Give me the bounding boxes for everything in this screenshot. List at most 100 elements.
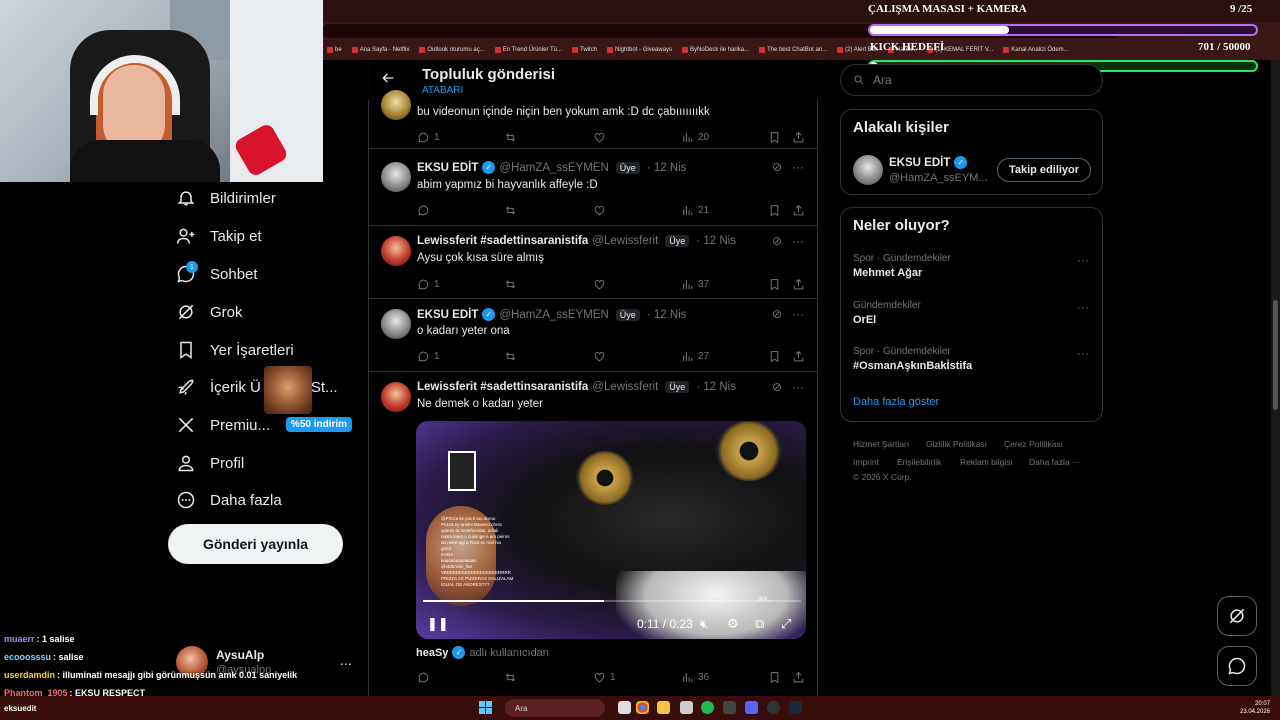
taskbar-clock[interactable]: 20:07 23.04.2026	[1240, 700, 1270, 716]
share-button[interactable]	[792, 131, 805, 144]
reply-button[interactable]: 1	[417, 278, 440, 291]
bookmark-button[interactable]	[768, 671, 781, 684]
tweet-author-handle[interactable]: @Lewissferit	[592, 235, 658, 247]
post-button[interactable]: Gönderi yayınla	[168, 524, 343, 564]
tweet-date[interactable]: · 12 Nis	[647, 162, 687, 174]
nav-bookmarks[interactable]: Yer İşaretleri	[176, 340, 294, 360]
account-more-button[interactable]: ...	[340, 652, 352, 668]
tweet-avatar[interactable]	[381, 162, 411, 192]
footer-link[interactable]: Daha fazla ···	[1029, 457, 1081, 467]
bookmark-item[interactable]: Ana Sayfa - Netflix	[351, 47, 409, 53]
reply-button[interactable]: 1	[417, 131, 440, 144]
nav-premium[interactable]: Premiu...	[176, 415, 270, 435]
reply-button[interactable]	[417, 204, 434, 217]
chrome-icon[interactable]	[636, 701, 649, 714]
tweet-author-handle[interactable]: @HamZA_ssEYMEN	[499, 162, 608, 174]
community-name[interactable]: ATABARI	[422, 85, 463, 96]
nav-notifications[interactable]: Bildirimler	[176, 188, 276, 208]
discord-icon[interactable]	[745, 701, 758, 714]
folder-icon[interactable]	[657, 701, 670, 714]
views-button[interactable]: 21	[681, 204, 709, 217]
app-icon[interactable]	[723, 701, 736, 714]
trend-more-icon[interactable]: ···	[1077, 346, 1089, 360]
tweet-author-name[interactable]: EKSU EDİT	[417, 162, 478, 174]
following-button[interactable]: Takip ediliyor	[997, 158, 1091, 182]
nav-follow[interactable]: Takip et	[176, 226, 262, 246]
bookmark-item[interactable]: Twitch	[572, 47, 597, 53]
tweet-author-name[interactable]: Lewissferit #sadettinsaranistifa	[417, 235, 588, 247]
back-button[interactable]	[380, 70, 396, 91]
store-icon[interactable]	[680, 701, 693, 714]
repost-button[interactable]	[504, 671, 517, 684]
repost-button[interactable]	[504, 278, 517, 291]
footer-link[interactable]: Imprint	[853, 457, 879, 467]
volume-icon[interactable]: 🔇︎	[700, 616, 708, 632]
taskbar-search[interactable]: Ara	[505, 699, 605, 717]
share-button[interactable]	[792, 204, 805, 217]
like-button[interactable]	[593, 131, 610, 144]
bookmark-button[interactable]	[768, 204, 781, 217]
nav-creator-studio[interactable]: İçerik Ü St...	[176, 377, 338, 397]
tweet-more-icon[interactable]: ···	[792, 160, 804, 174]
footer-link[interactable]: Hizmet Şartları	[853, 439, 909, 449]
tweet-avatar[interactable]	[381, 382, 411, 412]
scrollbar[interactable]	[1271, 60, 1280, 696]
tweet-author-name[interactable]: Lewissferit #sadettinsaranistifa	[417, 381, 588, 393]
trend-more-icon[interactable]: ···	[1077, 300, 1089, 314]
related-person-avatar[interactable]	[853, 155, 883, 185]
tweet-author-handle[interactable]: @Lewissferit	[592, 381, 658, 393]
repost-button[interactable]	[504, 131, 517, 144]
video-player[interactable]: @Prizza ile pra ti tou dorou Prizza ey a…	[416, 421, 806, 639]
fullscreen-icon[interactable]: ⤢	[781, 616, 791, 632]
reply-button[interactable]	[417, 671, 434, 684]
grok-explain-icon[interactable]: ⊘	[772, 307, 782, 321]
like-button[interactable]: 1	[593, 671, 616, 684]
tweet-avatar[interactable]	[381, 309, 411, 339]
nav-profile[interactable]: Profil	[176, 453, 244, 473]
nav-grok[interactable]: Grok	[176, 302, 243, 322]
trend-name[interactable]: #OsmanAşkınBakİstifa	[853, 360, 972, 372]
taskview-icon[interactable]	[618, 701, 631, 714]
like-button[interactable]	[593, 204, 610, 217]
nav-more[interactable]: Daha fazla	[176, 490, 282, 510]
video-progress-bar[interactable]	[423, 600, 801, 602]
reply-button[interactable]: 1	[417, 350, 440, 363]
views-button[interactable]: 37	[681, 278, 709, 291]
grok-explain-icon[interactable]: ⊘	[772, 234, 782, 248]
bookmark-button[interactable]	[768, 131, 781, 144]
bookmark-item[interactable]: ByNoDeck ile harika...	[682, 47, 749, 53]
bookmark-item[interactable]: Outlook oturumu aç...	[419, 47, 485, 53]
like-button[interactable]	[593, 350, 610, 363]
show-more-link[interactable]: Daha fazla göster	[853, 396, 939, 408]
account-name[interactable]: AysuAlp	[216, 648, 264, 662]
grok-explain-icon[interactable]: ⊘	[772, 160, 782, 174]
views-button[interactable]: 27	[681, 350, 709, 363]
tweet-avatar[interactable]	[381, 90, 411, 120]
bookmark-item[interactable]: be	[327, 47, 342, 53]
views-button[interactable]: 36	[681, 671, 709, 684]
views-button[interactable]: 20	[681, 131, 709, 144]
pip-icon[interactable]: ⧉	[755, 616, 764, 632]
repost-button[interactable]	[504, 204, 517, 217]
obs-icon[interactable]	[767, 701, 780, 714]
tweet-date[interactable]: · 12 Nis	[696, 381, 736, 393]
tweet-more-icon[interactable]: ···	[792, 380, 804, 394]
bookmark-button[interactable]	[768, 278, 781, 291]
bookmark-item[interactable]: Kanal Analizi Ödem...	[1003, 47, 1069, 53]
spotify-icon[interactable]	[701, 701, 714, 714]
footer-link[interactable]: Gizlilik Politikası	[926, 439, 987, 449]
footer-link[interactable]: Çerez Politikası	[1004, 439, 1063, 449]
footer-link[interactable]: Erişilebilirlik	[897, 457, 941, 467]
share-button[interactable]	[792, 671, 805, 684]
bookmark-item[interactable]: En Trend Ürünler Tü...	[494, 47, 562, 53]
tweet-author-name[interactable]: EKSU EDİT	[417, 309, 478, 321]
pause-icon[interactable]: ❚❚	[427, 616, 449, 632]
bookmark-item[interactable]: The best ChatBot an...	[759, 47, 827, 53]
footer-link[interactable]: Reklam bilgisi	[960, 457, 1012, 467]
trend-name[interactable]: OrEl	[853, 314, 876, 326]
tweet-avatar[interactable]	[381, 236, 411, 266]
start-button[interactable]	[479, 701, 492, 714]
trend-name[interactable]: Mehmet Ağar	[853, 267, 922, 279]
tweet-date[interactable]: · 12 Nis	[647, 309, 687, 321]
like-button[interactable]	[593, 278, 610, 291]
